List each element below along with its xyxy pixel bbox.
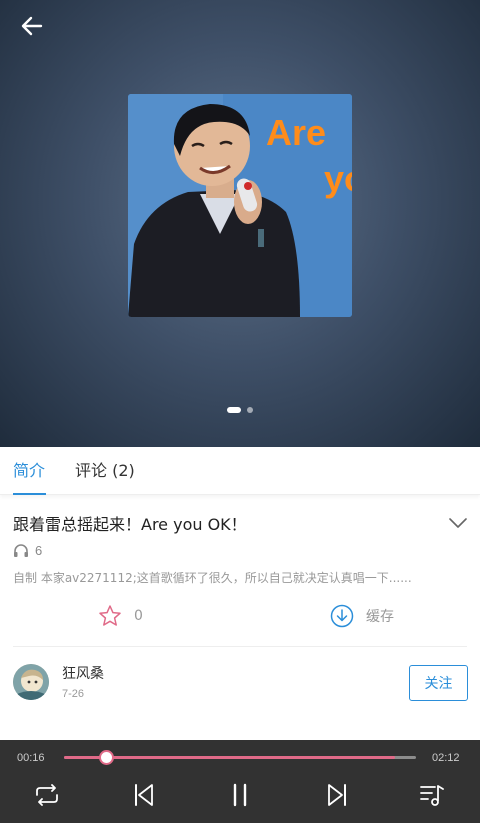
total-time: 02:12 <box>432 752 460 764</box>
repeat-button[interactable] <box>29 780 65 810</box>
cover-text-line2: yo <box>324 158 352 199</box>
page-indicator <box>0 407 480 413</box>
author-date: 7-26 <box>62 688 85 700</box>
skip-previous-icon <box>135 784 153 806</box>
cache-button[interactable]: 缓存 <box>330 596 394 636</box>
star-icon <box>99 605 121 626</box>
download-icon <box>330 604 354 628</box>
headphones-icon <box>14 544 28 557</box>
avatar[interactable] <box>13 664 49 700</box>
like-count: 0 <box>134 608 143 624</box>
skip-next-icon <box>328 784 346 806</box>
player-bar: 00:16 02:12 <box>0 740 480 823</box>
previous-button[interactable] <box>126 780 162 810</box>
repeat-icon <box>36 784 58 806</box>
author-name[interactable]: 狂风桑 <box>62 663 104 683</box>
current-time: 00:16 <box>17 752 45 764</box>
pause-button[interactable] <box>222 780 258 810</box>
hero-header: Are yo <box>0 0 480 447</box>
chevron-down-icon <box>449 518 467 528</box>
page-dot[interactable] <box>247 407 253 413</box>
progress-track[interactable] <box>64 750 416 765</box>
avatar-image <box>13 664 49 700</box>
action-row: 0 缓存 <box>0 596 480 636</box>
next-button[interactable] <box>319 780 355 810</box>
song-description: 自制 本家av2271112;这首歌循环了很久，所以自己就决定认真唱一下....… <box>13 571 412 585</box>
arrow-left-icon <box>21 16 43 36</box>
tab-comments[interactable]: 评论 (2) <box>75 447 135 495</box>
song-title: 跟着雷总摇起来！Are you OK！ <box>13 515 247 534</box>
follow-button[interactable]: 关注 <box>409 665 468 701</box>
play-count-value: 6 <box>35 543 43 558</box>
tab-intro[interactable]: 简介 <box>13 447 45 495</box>
cover-text-line1: Are <box>266 112 327 153</box>
page-dot-active[interactable] <box>227 407 241 413</box>
author-row: 狂风桑 7-26 关注 <box>13 661 468 705</box>
play-count: 6 <box>13 543 42 558</box>
tab-indicator <box>13 493 46 495</box>
playlist-button[interactable] <box>414 780 450 810</box>
pause-icon <box>233 783 247 807</box>
back-button[interactable] <box>14 10 50 42</box>
cover-image: Are yo <box>128 94 352 317</box>
progress-thumb[interactable] <box>99 750 115 765</box>
playlist-icon <box>420 785 444 806</box>
expand-button[interactable] <box>445 512 471 534</box>
like-button[interactable]: 0 <box>98 596 143 636</box>
cache-label: 缓存 <box>366 609 394 625</box>
tab-bar: 简介 评论 (2) <box>0 447 480 495</box>
divider <box>13 646 467 647</box>
